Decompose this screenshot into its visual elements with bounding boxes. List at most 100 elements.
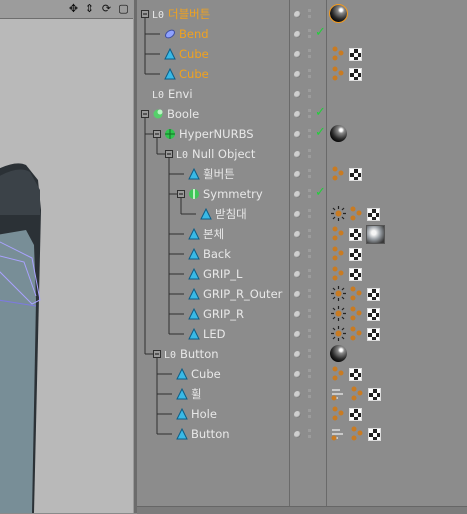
phong-tag-icon[interactable] [348,285,365,302]
editor-visibility-toggle[interactable] [308,329,311,332]
enable-check-icon[interactable]: ✓ [315,25,326,40]
editor-visibility-toggle[interactable] [308,409,311,412]
object-name[interactable]: Button [191,427,230,441]
render-visibility-toggle[interactable] [294,171,301,178]
enable-check-icon[interactable]: ✓ [315,125,326,140]
object-row[interactable]: 받침대 [137,204,467,224]
render-visibility-toggle[interactable] [294,311,301,318]
object-name[interactable]: Cube [191,367,221,381]
protection-tag-icon[interactable] [330,425,347,442]
render-visibility-toggle[interactable] [294,111,301,118]
object-name[interactable]: Cube [179,47,209,61]
phong-tag-icon[interactable] [348,205,365,222]
editor-visibility-toggle[interactable] [308,429,311,432]
maximize-view-icon[interactable]: ▢ [117,2,130,15]
editor-visibility-toggle[interactable] [308,49,311,52]
phong-tag-icon[interactable] [330,165,347,182]
texture-tag-icon[interactable] [349,48,362,61]
object-row[interactable]: Button [137,424,467,444]
object-row[interactable]: L0 Button [137,344,467,364]
editor-visibility-toggle[interactable] [308,189,311,192]
editor-visibility-toggle[interactable] [308,229,311,232]
enable-check-icon[interactable]: ✓ [315,185,326,200]
display-tag-icon[interactable] [330,285,347,302]
editor-visibility-toggle[interactable] [308,209,311,212]
phong-tag-icon[interactable] [348,325,365,342]
render-visibility-toggle[interactable] [294,351,301,358]
texture-tag-icon[interactable] [367,208,380,221]
object-name[interactable]: GRIP_R_Outer [203,287,282,301]
object-name[interactable]: 휠버튼 [203,167,235,181]
render-visibility-toggle[interactable] [294,91,301,98]
object-row[interactable]: Back [137,244,467,264]
render-visibility-toggle[interactable] [294,151,301,158]
object-name[interactable]: Bend [179,27,209,41]
object-name[interactable]: HyperNURBS [179,127,254,141]
editor-visibility-toggle[interactable] [308,249,311,252]
object-row[interactable]: L0 Envi [137,84,467,104]
render-visibility-toggle[interactable] [294,291,301,298]
object-row[interactable]: Bend ✓ [137,24,467,44]
object-name[interactable]: GRIP_L [203,267,242,281]
object-row[interactable]: 본체 [137,224,467,244]
texture-tag-icon[interactable] [349,408,362,421]
object-row[interactable]: Cube [137,64,467,84]
editor-visibility-toggle[interactable] [308,29,311,32]
object-name[interactable]: 더블버튼 [168,7,210,21]
texture-tag-icon[interactable] [368,428,381,441]
3d-viewport[interactable]: ✥ ⇕ ⟳ ▢ [0,0,133,513]
phong-tag-icon[interactable] [330,265,347,282]
editor-visibility-toggle[interactable] [308,289,311,292]
phong-tag-icon[interactable] [330,405,347,422]
display-tag-icon[interactable] [330,205,347,222]
phong-tag-icon[interactable] [348,305,365,322]
texture-tag-icon[interactable] [349,248,362,261]
render-visibility-toggle[interactable] [294,231,301,238]
render-visibility-toggle[interactable] [294,51,301,58]
move-vertical-icon[interactable]: ⇕ [83,2,96,15]
display-tag-icon[interactable] [330,305,347,322]
render-visibility-toggle[interactable] [294,211,301,218]
phong-tag-icon[interactable] [330,365,347,382]
render-visibility-toggle[interactable] [294,371,301,378]
object-name[interactable]: Button [180,347,219,361]
editor-visibility-toggle[interactable] [308,89,311,92]
object-row[interactable]: GRIP_R_Outer [137,284,467,304]
render-visibility-toggle[interactable] [294,391,301,398]
texture-tag-icon[interactable] [349,268,362,281]
object-row[interactable]: GRIP_L [137,264,467,284]
object-name[interactable]: GRIP_R [203,307,244,321]
texture-tag-icon[interactable] [367,288,380,301]
phong-tag-icon[interactable] [330,225,347,242]
move-view-icon[interactable]: ✥ [67,2,80,15]
rotate-view-icon[interactable]: ⟳ [100,2,113,15]
texture-tag-icon[interactable] [367,308,380,321]
object-name[interactable]: Envi [168,87,193,101]
editor-visibility-toggle[interactable] [308,129,311,132]
render-visibility-toggle[interactable] [294,331,301,338]
phong-tag-icon[interactable] [349,425,366,442]
phong-tag-icon[interactable] [349,385,366,402]
render-visibility-toggle[interactable] [294,131,301,138]
object-row[interactable]: Cube [137,364,467,384]
texture-tag-icon[interactable] [349,228,362,241]
render-visibility-toggle[interactable] [294,71,301,78]
phong-tag-icon[interactable] [330,245,347,262]
material-preview-icon[interactable] [366,225,385,244]
material-tag-icon[interactable] [330,125,347,142]
object-row[interactable]: Boole ✓ [137,104,467,124]
editor-visibility-toggle[interactable] [308,309,311,312]
phong-tag-icon[interactable] [330,45,347,62]
object-row[interactable]: 휠버튼 [137,164,467,184]
object-name[interactable]: Null Object [192,147,255,161]
editor-visibility-toggle[interactable] [308,369,311,372]
editor-visibility-toggle[interactable] [308,9,311,12]
object-name[interactable]: LED [203,327,226,341]
editor-visibility-toggle[interactable] [308,169,311,172]
editor-visibility-toggle[interactable] [308,389,311,392]
editor-visibility-toggle[interactable] [308,149,311,152]
render-visibility-toggle[interactable] [294,11,301,18]
object-name[interactable]: 받침대 [215,207,247,221]
texture-tag-icon[interactable] [368,388,381,401]
phong-tag-icon[interactable] [330,65,347,82]
